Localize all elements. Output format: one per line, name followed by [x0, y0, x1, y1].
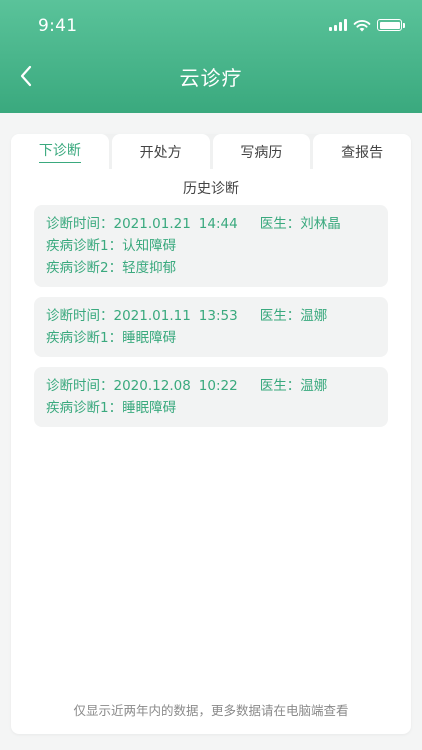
diagnosis-row: 疾病诊断1：认知障碍: [46, 235, 376, 257]
diagnosis-row: 疾病诊断2：轻度抑郁: [46, 257, 376, 279]
battery-icon: [377, 19, 405, 31]
tab-medical-record[interactable]: 写病历: [212, 134, 311, 169]
signal-icon: [329, 19, 347, 31]
tab-bar: 下诊断 开处方 写病历 查报告: [11, 134, 411, 169]
time-label: 诊断时间：: [46, 308, 114, 324]
content-card: 下诊断 开处方 写病历 查报告 历史诊断 诊断时间：2021.01.21 14:4…: [11, 134, 411, 734]
doctor-name: 温娜: [300, 308, 328, 324]
doctor-name: 刘林晶: [300, 216, 341, 232]
diagnosis-record[interactable]: 诊断时间：2021.01.11 13:53 医生：温娜 疾病诊断1：睡眠障碍: [34, 297, 388, 357]
doctor-label: 医生：: [259, 308, 301, 324]
diagnosis-value: 轻度抑郁: [122, 260, 177, 276]
doctor-label: 医生：: [259, 378, 301, 394]
diagnosis-row: 疾病诊断1：睡眠障碍: [46, 397, 376, 419]
tab-label: 查报告: [341, 144, 384, 161]
tab-label: 开处方: [139, 144, 182, 161]
history-title: 历史诊断: [183, 181, 239, 197]
diagnosis-label: 疾病诊断1：: [46, 330, 123, 346]
time-label: 诊断时间：: [46, 216, 114, 232]
diagnosis-value: 睡眠障碍: [122, 400, 177, 416]
record-date: 2021.01.21: [113, 216, 191, 232]
tab-label: 写病历: [240, 144, 283, 161]
diagnosis-label: 疾病诊断1：: [46, 238, 123, 254]
record-time: 13:53: [198, 308, 238, 324]
status-time: 9:41: [38, 16, 78, 36]
record-date: 2020.12.08: [113, 378, 191, 394]
tab-diagnose[interactable]: 下诊断: [11, 134, 109, 169]
tab-label: 下诊断: [38, 140, 81, 163]
record-header-row: 诊断时间：2021.01.11 13:53 医生：温娜: [46, 305, 376, 327]
record-date: 2021.01.11: [113, 308, 191, 324]
status-bar: 9:41: [0, 0, 422, 54]
page-title: 云诊疗: [179, 66, 243, 90]
nav-bar: 云诊疗: [0, 54, 422, 98]
diagnosis-record[interactable]: 诊断时间：2021.01.21 14:44 医生：刘林晶 疾病诊断1：认知障碍 疾病…: [34, 205, 388, 287]
footer-note: 仅显示近两年内的数据，更多数据请在电脑端查看: [73, 703, 349, 718]
diagnosis-label: 疾病诊断2：: [46, 260, 123, 276]
record-header-row: 诊断时间：2021.01.21 14:44 医生：刘林晶: [46, 213, 376, 235]
app-header: 9:41 云诊疗: [0, 0, 422, 113]
doctor-label: 医生：: [259, 216, 301, 232]
diagnosis-label: 疾病诊断1：: [46, 400, 123, 416]
record-time: 14:44: [198, 216, 238, 232]
tab-prescribe[interactable]: 开处方: [111, 134, 210, 169]
doctor-name: 温娜: [300, 378, 328, 394]
diagnosis-value: 认知障碍: [122, 238, 177, 254]
record-time: 10:22: [198, 378, 238, 394]
status-icons: [329, 17, 405, 33]
diagnosis-row: 疾病诊断1：睡眠障碍: [46, 327, 376, 349]
diagnosis-record[interactable]: 诊断时间：2020.12.08 10:22 医生：温娜 疾病诊断1：睡眠障碍: [34, 367, 388, 427]
time-label: 诊断时间：: [46, 378, 114, 394]
wifi-icon: [353, 19, 371, 31]
tab-reports[interactable]: 查报告: [313, 134, 411, 169]
record-header-row: 诊断时间：2020.12.08 10:22 医生：温娜: [46, 375, 376, 397]
diagnosis-value: 睡眠障碍: [122, 330, 177, 346]
